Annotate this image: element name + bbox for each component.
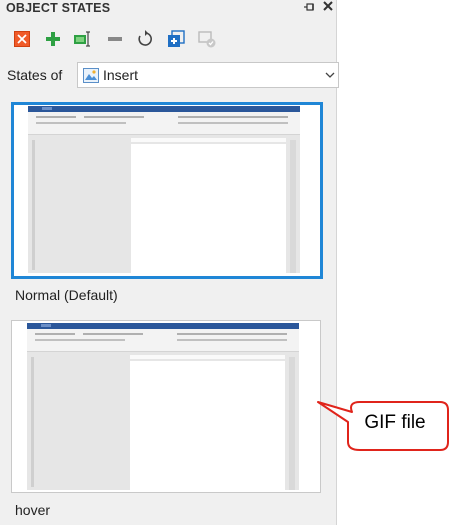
object-states-panel: OBJECT STATES States of Insert Normal (D… — [0, 0, 339, 525]
minus-icon — [108, 37, 122, 41]
state-label-normal: Normal (Default) — [15, 287, 118, 303]
red-x-icon — [14, 31, 30, 47]
panel-titlebar: OBJECT STATES — [0, 0, 337, 18]
state-settings-button[interactable] — [196, 28, 218, 50]
edit-state-button[interactable] — [72, 28, 94, 50]
reset-state-button[interactable] — [134, 28, 156, 50]
state-thumbnail-hover[interactable] — [11, 320, 321, 493]
duplicate-state-button[interactable] — [165, 28, 187, 50]
thumbnail-preview — [27, 323, 299, 490]
duplicate-icon — [168, 30, 185, 47]
thumbnail-preview — [28, 106, 300, 273]
state-check-icon — [198, 31, 216, 48]
panel-title: OBJECT STATES — [6, 1, 111, 15]
pin-icon[interactable] — [301, 1, 317, 17]
state-thumbnail-normal[interactable] — [11, 102, 323, 279]
state-label-hover: hover — [15, 502, 51, 518]
image-icon — [83, 68, 99, 88]
states-of-value: Insert — [103, 67, 139, 83]
green-plus-icon — [46, 32, 60, 46]
edit-state-icon — [74, 31, 90, 47]
states-of-row: States of Insert — [0, 62, 339, 88]
states-of-dropdown[interactable]: Insert — [77, 62, 339, 88]
states-of-label: States of — [7, 67, 63, 83]
reset-icon — [138, 30, 152, 46]
callout-text: GIF file — [364, 412, 426, 433]
chevron-down-icon — [324, 68, 336, 86]
add-state-button[interactable] — [42, 28, 64, 50]
delete-state-button[interactable] — [11, 28, 33, 50]
close-icon[interactable] — [320, 0, 336, 16]
states-toolbar — [0, 28, 337, 52]
remove-state-button[interactable] — [104, 28, 126, 50]
